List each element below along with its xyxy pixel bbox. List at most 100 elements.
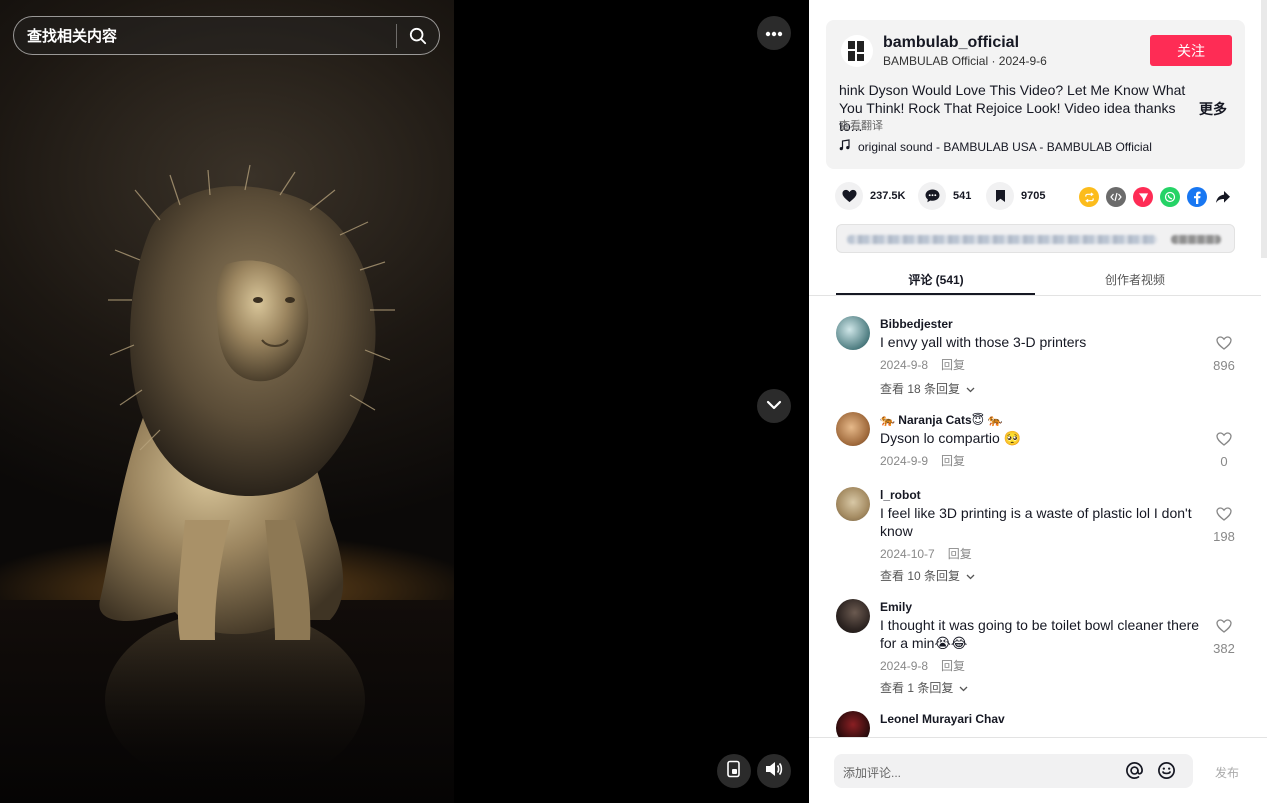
sound-label: original sound - BAMBULAB USA - BAMBULAB… — [858, 139, 1152, 154]
video-search-box[interactable]: 查找相关内容 — [13, 16, 440, 55]
comment-meta: 2024-9-8 回复 — [880, 356, 965, 373]
next-video-button[interactable] — [757, 389, 791, 423]
facebook-icon[interactable] — [1187, 187, 1207, 207]
follow-button[interactable]: 关注 — [1150, 35, 1232, 66]
embed-icon[interactable] — [1106, 187, 1126, 207]
comment-username[interactable]: Bibbedjester — [880, 317, 953, 331]
repost-icon[interactable] — [1079, 187, 1099, 207]
emoji-icon[interactable] — [1157, 761, 1176, 785]
search-icon[interactable] — [397, 17, 439, 54]
comment-text: I feel like 3D printing is a waste of pl… — [880, 505, 1192, 539]
view-replies-link[interactable]: 查看 18 条回复 — [880, 380, 975, 397]
volume-button[interactable] — [757, 754, 791, 788]
heart-outline-icon[interactable] — [1216, 619, 1232, 637]
comment-date: 2024-9-9 — [880, 454, 929, 468]
app-root: 查找相关内容 bambulab_official BAMBULAB Offici… — [0, 0, 1267, 803]
save-action[interactable]: 9705 — [986, 182, 1045, 210]
comment-like[interactable]: 0 — [1207, 432, 1241, 469]
comment-text: I envy yall with those 3-D printers — [880, 334, 1087, 350]
translate-link[interactable]: 查看翻译 — [839, 117, 883, 133]
tab-creator-videos[interactable]: 创作者视频 — [1035, 271, 1235, 288]
comment-username[interactable]: 🐅 Naranja Cats😇 🐅 — [880, 413, 1002, 427]
save-count: 9705 — [1021, 190, 1046, 202]
reply-button[interactable]: 回复 — [941, 659, 965, 673]
heart-icon[interactable] — [835, 182, 863, 210]
video-player[interactable] — [0, 0, 454, 803]
comment-bubble-icon[interactable] — [918, 182, 946, 210]
video-pane: 查找相关内容 — [0, 0, 809, 803]
comment-like-count: 382 — [1213, 641, 1235, 656]
comment-like[interactable]: 198 — [1207, 507, 1241, 544]
author-avatar[interactable] — [841, 35, 873, 67]
post-comment-button[interactable]: 发布 — [1215, 764, 1239, 781]
author-card: bambulab_official BAMBULAB Official · 20… — [826, 20, 1245, 169]
side-panel: bambulab_official BAMBULAB Official · 20… — [809, 0, 1267, 803]
comment-username[interactable]: Emily — [880, 600, 912, 614]
avatar[interactable] — [836, 412, 870, 446]
active-tab-indicator — [836, 293, 1035, 295]
comment-item: 🐅 Naranja Cats😇 🐅 Dyson lo compartio 🥺 2… — [809, 412, 1261, 472]
comment-list: Bibbedjester I envy yall with those 3-D … — [809, 296, 1261, 737]
comment-item: Bibbedjester I envy yall with those 3-D … — [809, 316, 1261, 396]
more-dots-icon — [765, 24, 783, 42]
comment-like[interactable]: 896 — [1207, 336, 1241, 373]
comment-item: Leonel Murayari Chav — [809, 711, 1261, 737]
avatar[interactable] — [836, 487, 870, 521]
copy-link-button[interactable] — [1171, 235, 1221, 244]
video-link-field[interactable] — [836, 224, 1235, 253]
author-name[interactable]: bambulab_official — [883, 34, 1019, 52]
comment-date: 2024-9-8 — [880, 659, 929, 673]
heart-outline-icon[interactable] — [1216, 507, 1232, 525]
comment-input-placeholder: 添加评论... — [843, 766, 902, 780]
mention-icon[interactable] — [1125, 761, 1144, 785]
view-replies-link[interactable]: 查看 10 条回复 — [880, 567, 975, 584]
comment-item: Emily I thought it was going to be toile… — [809, 599, 1261, 697]
panel-scrollbar[interactable] — [1261, 0, 1267, 258]
bookmark-icon[interactable] — [986, 182, 1014, 210]
avatar[interactable] — [836, 316, 870, 350]
view-replies-link[interactable]: 查看 1 条回复 — [880, 679, 968, 696]
like-count: 237.5K — [870, 190, 906, 202]
volume-icon — [765, 761, 783, 782]
heart-outline-icon[interactable] — [1216, 432, 1232, 450]
comment-input[interactable]: 添加评论... — [834, 754, 1193, 788]
tab-comments[interactable]: 评论 (541) — [836, 271, 1036, 288]
chevron-down-icon — [766, 397, 782, 415]
reply-button[interactable]: 回复 — [941, 358, 965, 372]
comment-like-count: 896 — [1213, 358, 1235, 373]
comment-username[interactable]: l_robot — [880, 488, 921, 502]
description-more-link[interactable]: 更多 — [1199, 99, 1227, 119]
bambulab-logo-icon — [848, 41, 864, 61]
more-options-button[interactable] — [757, 16, 791, 50]
comment-username[interactable]: Leonel Murayari Chav — [880, 712, 1005, 726]
action-row: 237.5K 541 9705 — [835, 182, 1235, 212]
picture-in-picture-button[interactable] — [717, 754, 751, 788]
sound-link[interactable]: original sound - BAMBULAB USA - BAMBULAB… — [839, 139, 1152, 154]
comment-action[interactable]: 541 — [918, 182, 971, 210]
whatsapp-icon[interactable] — [1160, 187, 1180, 207]
author-subtitle: BAMBULAB Official · 2024-9-6 — [883, 54, 1047, 68]
picture-in-picture-icon — [726, 760, 742, 783]
comment-like-count: 198 — [1213, 529, 1235, 544]
comment-meta: 2024-9-8 回复 — [880, 657, 965, 674]
avatar[interactable] — [836, 711, 870, 737]
view-replies-label: 查看 18 条回复 — [880, 382, 961, 396]
comment-like[interactable]: 382 — [1207, 619, 1241, 656]
reply-button[interactable]: 回复 — [948, 547, 972, 561]
chevron-down-icon — [966, 569, 975, 583]
blurred-link-text — [847, 235, 1157, 244]
chevron-down-icon — [959, 681, 968, 695]
send-icon[interactable] — [1133, 187, 1153, 207]
comment-text: Dyson lo compartio 🥺 — [880, 430, 1022, 446]
heart-outline-icon[interactable] — [1216, 336, 1232, 354]
view-replies-label: 查看 1 条回复 — [880, 681, 954, 695]
like-action[interactable]: 237.5K — [835, 182, 905, 210]
comment-text: I thought it was going to be toilet bowl… — [880, 617, 1200, 651]
share-arrow-icon[interactable] — [1213, 187, 1233, 207]
comment-date: 2024-9-8 — [880, 358, 929, 372]
search-placeholder: 查找相关内容 — [27, 28, 118, 45]
avatar[interactable] — [836, 599, 870, 633]
reply-button[interactable]: 回复 — [941, 454, 965, 468]
comment-date: 2024-10-7 — [880, 547, 935, 561]
video-description: hink Dyson Would Love This Video? Let Me… — [839, 82, 1186, 134]
